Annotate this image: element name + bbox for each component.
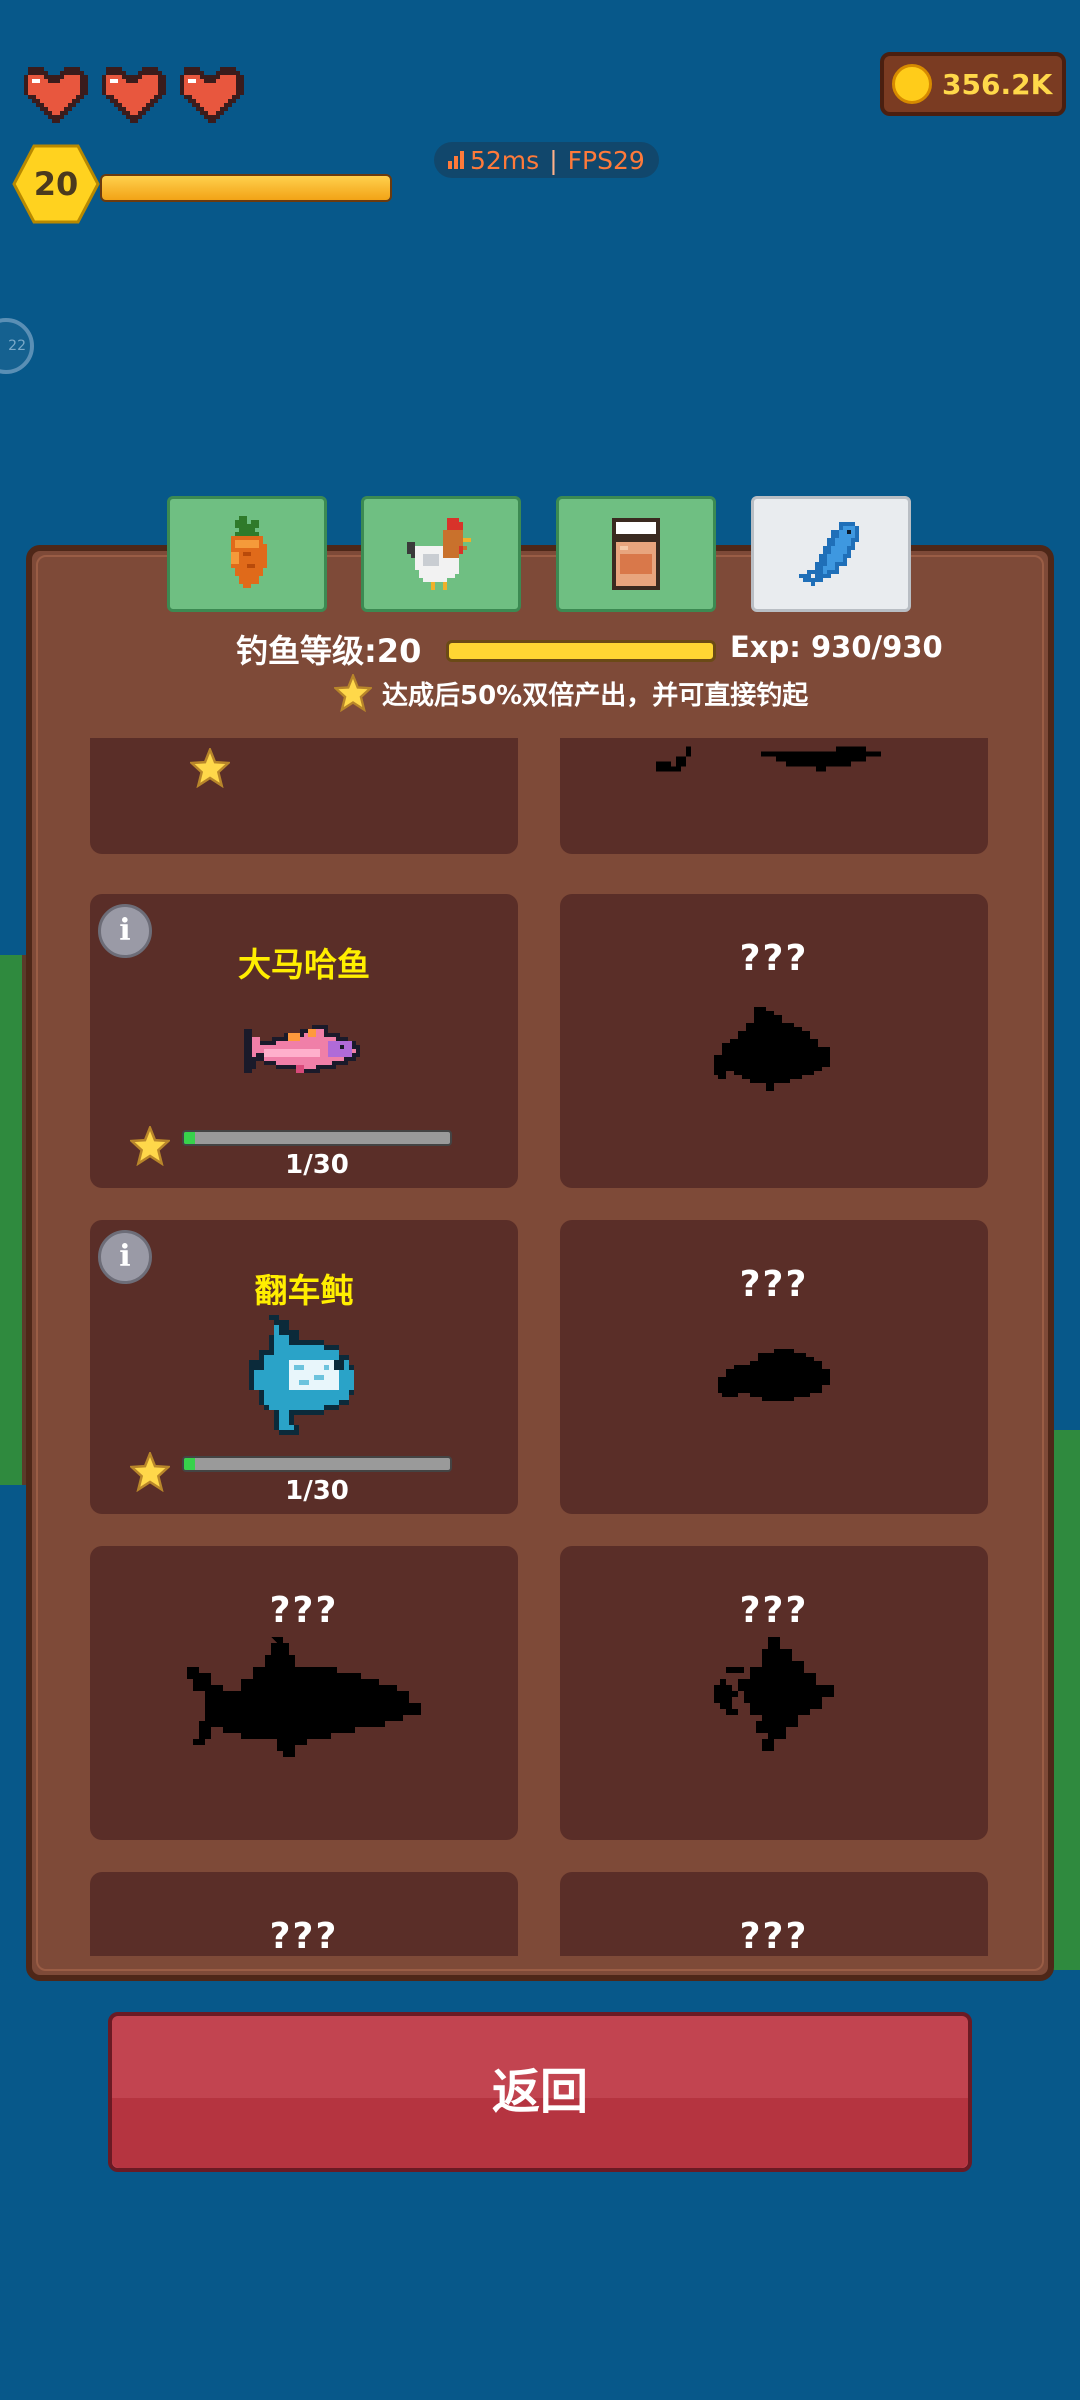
network-status: 52ms | FPS29 [434,142,659,178]
player-level-badge: 20 [12,144,100,224]
fish-card-locked[interactable]: ??? [90,1546,518,1840]
fish-name-unknown: ??? [739,1264,809,1305]
star-icon [130,1452,170,1492]
player-level-value: 20 [33,165,79,203]
side-timer-value: 22 [8,338,26,354]
tab-crops[interactable] [167,496,327,612]
fish-card-partial[interactable] [90,738,518,854]
fish-silhouette-icon [714,1007,830,1091]
heart-icon [176,66,244,124]
fish-card-salmon[interactable]: i 大马哈鱼 1/30 [90,894,518,1188]
mastery-hint-text: 达成后50%双倍产出，并可直接钓起 [382,680,809,711]
star-icon [190,748,230,788]
fish-name-unknown: ??? [739,1590,809,1631]
coin-amount: 356.2K [942,67,1053,101]
fish-name: 翻车鲀 [254,1271,354,1310]
jar-icon [612,518,660,590]
salmon-icon [244,1025,360,1073]
back-button[interactable]: 返回 [108,2012,972,2172]
tab-livestock[interactable] [361,496,521,612]
collection-progress-bar [182,1130,452,1146]
fish-silhouette-icon [656,746,881,772]
fish-card-locked[interactable]: ??? [560,1872,988,1956]
ping-value: 52ms [470,145,540,175]
star-icon [130,1126,170,1166]
side-timer-button[interactable]: 22 [0,318,34,374]
tab-fishing[interactable] [751,496,911,612]
fish-name-unknown: ??? [739,938,809,979]
back-button-label: 返回 [491,2064,588,2120]
player-xp-bar [100,174,392,202]
collection-count: 1/30 [285,1476,349,1506]
sunfish-icon [249,1315,354,1435]
fish-card-locked[interactable]: ??? [560,894,988,1188]
signal-icon [448,151,464,169]
heart-icon [20,66,88,124]
fish-card-partial[interactable] [560,738,988,854]
fish-collection-list[interactable]: i 大马哈鱼 1/30 ??? i 翻车鲀 1/30 ??? ??? ??? ?… [90,738,990,1956]
carrot-icon [231,516,267,588]
shark-silhouette-icon [187,1637,421,1757]
fish-card-locked[interactable]: ??? [90,1872,518,1956]
mastery-hint: 达成后50%双倍产出，并可直接钓起 [334,674,808,712]
fishing-level-bar [446,640,716,662]
heart-icon [98,66,166,124]
fish-name-unknown: ??? [739,1916,809,1956]
fish-name-unknown: ??? [269,1590,339,1631]
fps-value: FPS29 [567,145,645,175]
collection-count: 1/30 [285,1150,349,1180]
collection-progress-bar [182,1456,452,1472]
coin-icon [892,64,932,104]
ray-silhouette-icon [714,1637,834,1751]
fish-name-unknown: ??? [269,1916,339,1956]
fish-card-locked[interactable]: ??? [560,1546,988,1840]
divider: | [549,145,558,175]
fish-silhouette-icon [718,1349,830,1401]
hearts [20,66,244,124]
player-xp-fill [102,176,390,200]
fishing-level-label: 钓鱼等级:20 [236,632,422,670]
fish-name: 大马哈鱼 [238,945,370,984]
land-left [0,955,26,1485]
star-icon [334,674,372,712]
tab-products[interactable] [556,496,716,612]
chicken-icon [407,518,471,590]
fish-icon [799,522,859,586]
fish-card-locked[interactable]: ??? [560,1220,988,1514]
fishing-exp-label: Exp: 930/930 [730,630,943,664]
coin-counter: 356.2K [880,52,1066,116]
fish-card-sunfish[interactable]: i 翻车鲀 1/30 [90,1220,518,1514]
